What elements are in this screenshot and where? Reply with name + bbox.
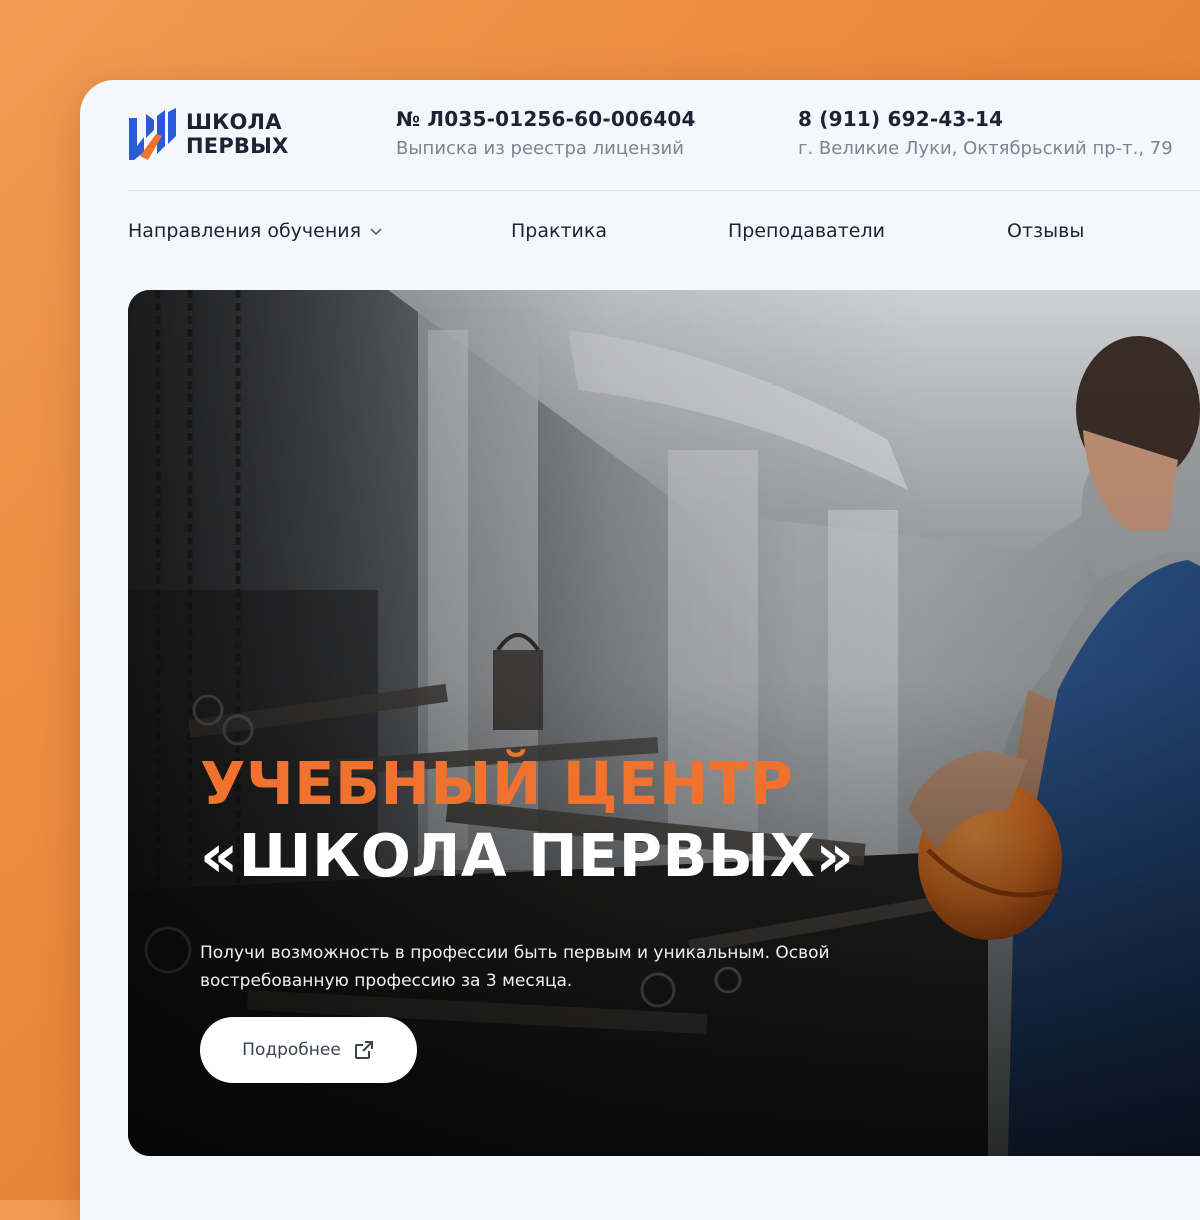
browser-card: ШКОЛА ПЕРВЫХ № Л035-01256-60-006404 Выпи… <box>80 80 1200 1220</box>
phone-link[interactable]: 8 (911) 692-43-14 <box>798 106 1173 132</box>
hero-title: УЧЕБНЫЙ ЦЕНТР «ШКОЛА ПЕРВЫХ» <box>200 748 854 892</box>
hero-title-line-1: УЧЕБНЫЙ ЦЕНТР <box>200 749 794 818</box>
nav-item-label: Преподаватели <box>728 220 885 242</box>
logo-line-2: ПЕРВЫХ <box>186 134 289 158</box>
chevron-down-icon <box>370 228 382 236</box>
license-number: № Л035-01256-60-006404 <box>396 107 696 131</box>
nav-item-reviews[interactable]: Отзывы <box>1007 216 1084 246</box>
nav-item-teachers[interactable]: Преподаватели <box>728 216 885 246</box>
more-button-label: Подробнее <box>242 1040 341 1060</box>
hero-title-line-2: «ШКОЛА ПЕРВЫХ» <box>200 821 855 890</box>
license-block: № Л035-01256-60-006404 Выписка из реестр… <box>396 106 696 162</box>
nav-item-label: Направления обучения <box>128 220 362 242</box>
logo-line-1: ШКОЛА <box>186 110 282 134</box>
hero-description: Получи возможность в профессии быть перв… <box>200 943 830 991</box>
contact-block: 8 (911) 692-43-14 г. Великие Луки, Октяб… <box>798 106 1173 162</box>
main-nav: Направления обучения Практика Преподават… <box>80 216 1200 246</box>
header-divider <box>128 190 1200 191</box>
logo-wordmark: ШКОЛА ПЕРВЫХ <box>186 110 288 158</box>
address-text: г. Великие Луки, Октябрьский пр-т., 79 <box>798 138 1173 159</box>
nav-item-directions[interactable]: Направления обучения <box>128 216 383 246</box>
nav-item-practice[interactable]: Практика <box>511 216 607 246</box>
nav-item-label: Практика <box>511 220 608 242</box>
logo[interactable]: ШКОЛА ПЕРВЫХ <box>126 106 288 162</box>
nav-item-label: Отзывы <box>1007 220 1085 242</box>
logo-mark-icon <box>129 108 176 160</box>
hero-banner: УЧЕБНЫЙ ЦЕНТР «ШКОЛА ПЕРВЫХ» Получи возм… <box>128 290 1200 1156</box>
more-button[interactable]: Подробнее <box>200 1017 417 1083</box>
license-caption-link[interactable]: Выписка из реестра лицензий <box>396 136 696 162</box>
external-link-icon <box>354 1041 373 1059</box>
